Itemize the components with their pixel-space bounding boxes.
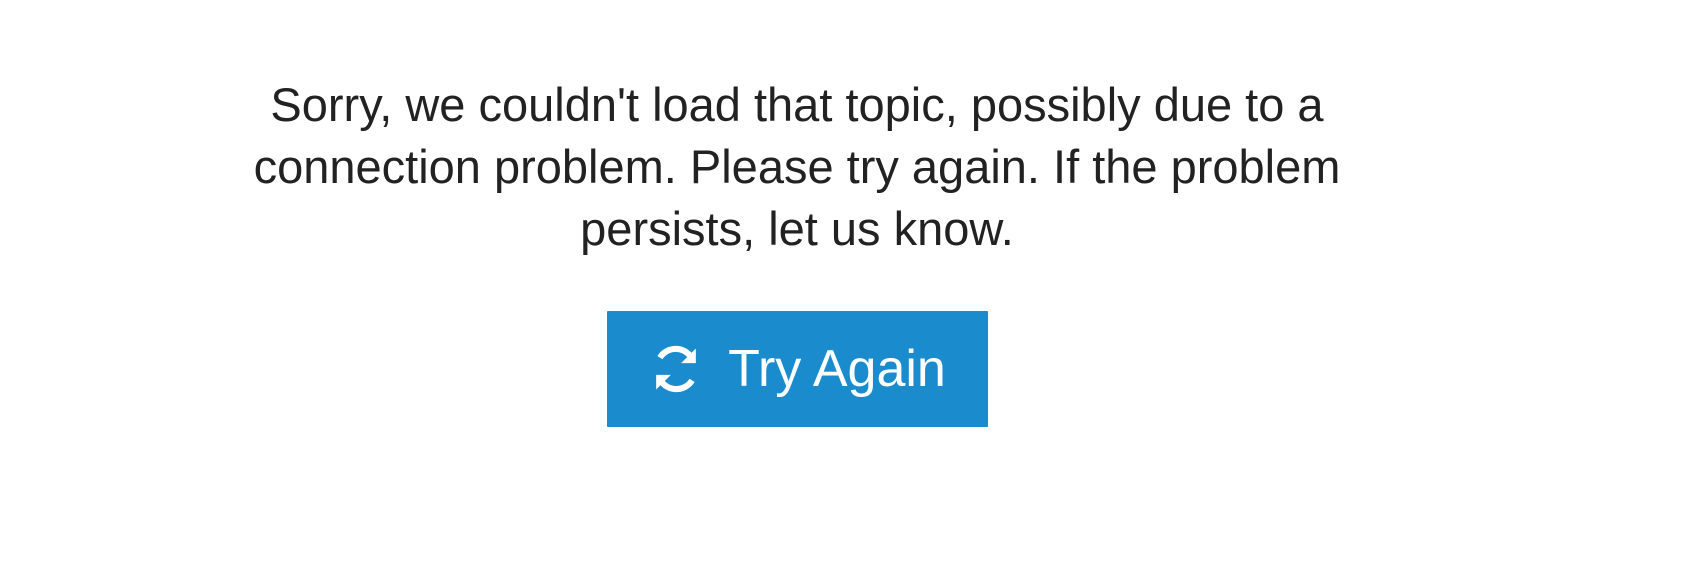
error-panel: Sorry, we couldn't load that topic, poss… <box>190 74 1404 427</box>
try-again-label: Try Again <box>728 340 946 398</box>
refresh-icon <box>648 341 704 397</box>
try-again-button[interactable]: Try Again <box>606 311 988 427</box>
error-message: Sorry, we couldn't load that topic, poss… <box>253 78 1341 255</box>
